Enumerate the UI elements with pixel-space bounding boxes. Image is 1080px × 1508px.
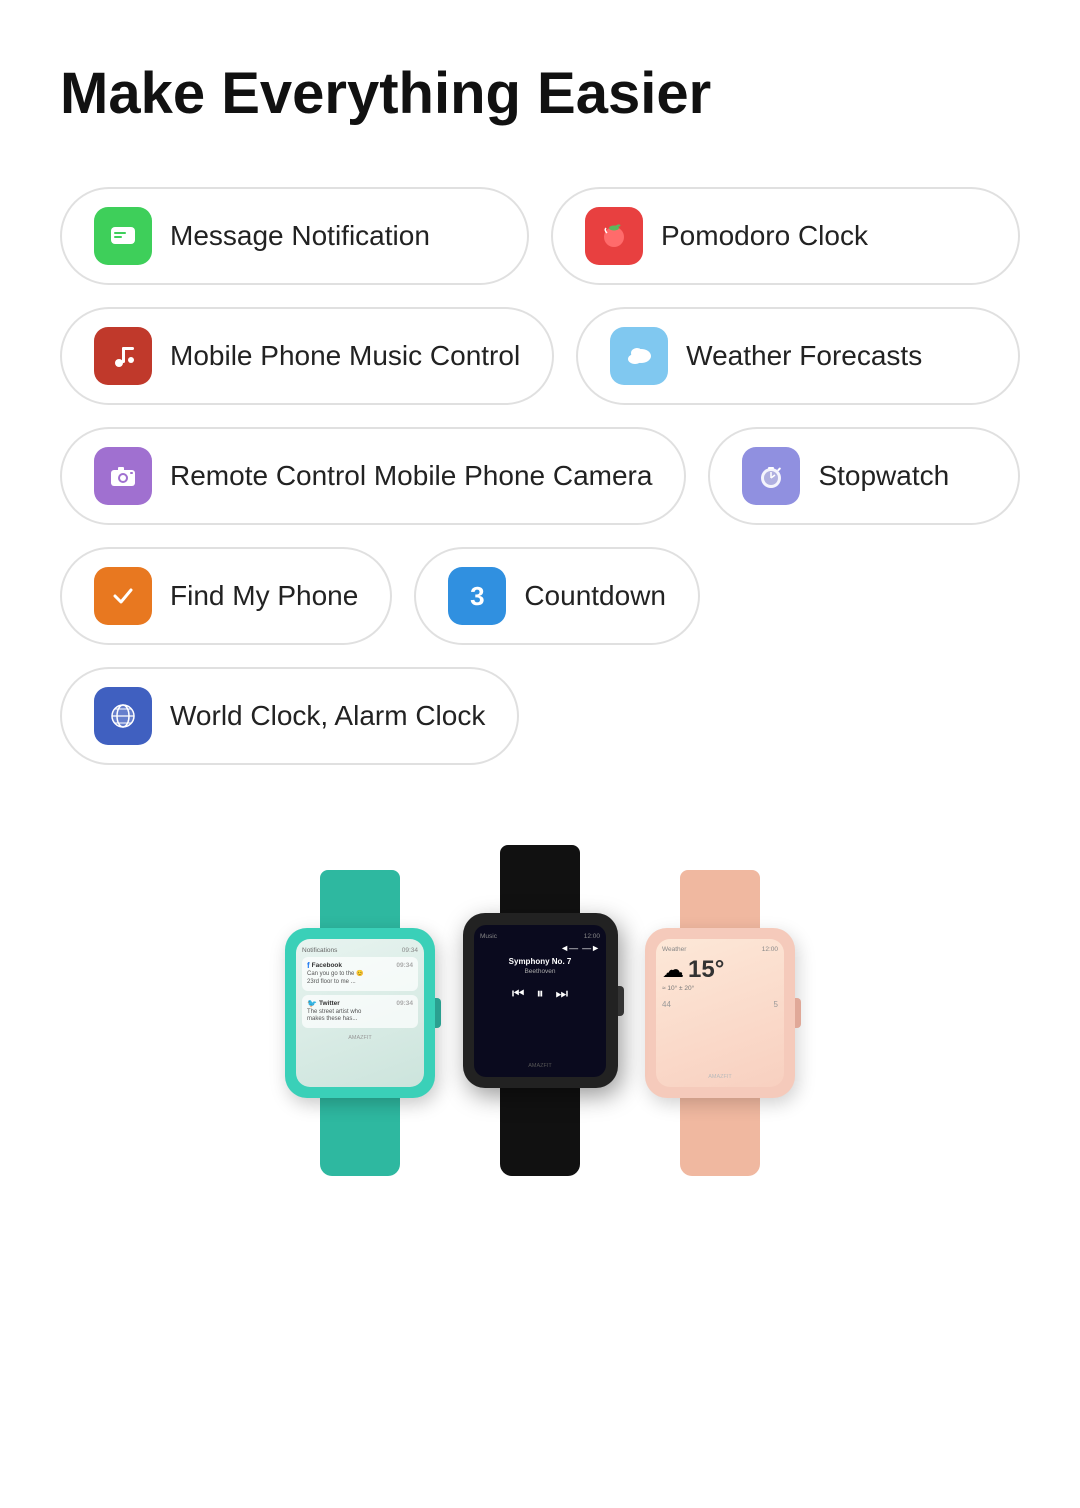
feature-weather: Weather Forecasts bbox=[576, 307, 1020, 405]
feature-pomodoro: Pomodoro Clock bbox=[551, 187, 1020, 285]
message-notification-label: Message Notification bbox=[170, 220, 430, 252]
stopwatch-icon bbox=[742, 447, 800, 505]
features-grid: Message Notification Pomodoro Clock bbox=[60, 187, 1020, 765]
stopwatch-label: Stopwatch bbox=[818, 460, 949, 492]
feature-stopwatch: Stopwatch bbox=[708, 427, 1020, 525]
message-notification-icon bbox=[94, 207, 152, 265]
camera-icon bbox=[94, 447, 152, 505]
weather-icon bbox=[610, 327, 668, 385]
feature-row-1: Message Notification Pomodoro Clock bbox=[60, 187, 1020, 285]
feature-music-control: Mobile Phone Music Control bbox=[60, 307, 554, 405]
feature-row-4: Find My Phone 3 Countdown bbox=[60, 547, 1020, 645]
countdown-icon: 3 bbox=[448, 567, 506, 625]
feature-world-clock: World Clock, Alarm Clock bbox=[60, 667, 519, 765]
feature-row-2: Mobile Phone Music Control Weather Forec… bbox=[60, 307, 1020, 405]
world-clock-label: World Clock, Alarm Clock bbox=[170, 700, 485, 732]
find-phone-icon bbox=[94, 567, 152, 625]
feature-countdown: 3 Countdown bbox=[414, 547, 700, 645]
pomodoro-icon bbox=[585, 207, 643, 265]
feature-find-phone: Find My Phone bbox=[60, 547, 392, 645]
watch-black: Music 12:00 ◄— —► Symphony No. 7 Beethov… bbox=[440, 845, 640, 1176]
countdown-label: Countdown bbox=[524, 580, 666, 612]
camera-label: Remote Control Mobile Phone Camera bbox=[170, 460, 652, 492]
pomodoro-label: Pomodoro Clock bbox=[661, 220, 868, 252]
world-clock-icon bbox=[94, 687, 152, 745]
page-title: Make Everything Easier bbox=[60, 60, 1020, 127]
music-control-label: Mobile Phone Music Control bbox=[170, 340, 520, 372]
watch-green: Notifications 09:34 f Facebook 09:34 Can… bbox=[260, 870, 460, 1176]
watches-section: Notifications 09:34 f Facebook 09:34 Can… bbox=[60, 845, 1020, 1176]
find-phone-label: Find My Phone bbox=[170, 580, 358, 612]
feature-message-notification: Message Notification bbox=[60, 187, 529, 285]
feature-row-5: World Clock, Alarm Clock bbox=[60, 667, 1020, 765]
watch-pink: Weather 12:00 ☁ 15° ≈ 10° ± 20° 44 5 bbox=[620, 870, 820, 1176]
weather-label: Weather Forecasts bbox=[686, 340, 922, 372]
feature-row-3: Remote Control Mobile Phone Camera Stopw… bbox=[60, 427, 1020, 525]
feature-camera-control: Remote Control Mobile Phone Camera bbox=[60, 427, 686, 525]
music-control-icon bbox=[94, 327, 152, 385]
